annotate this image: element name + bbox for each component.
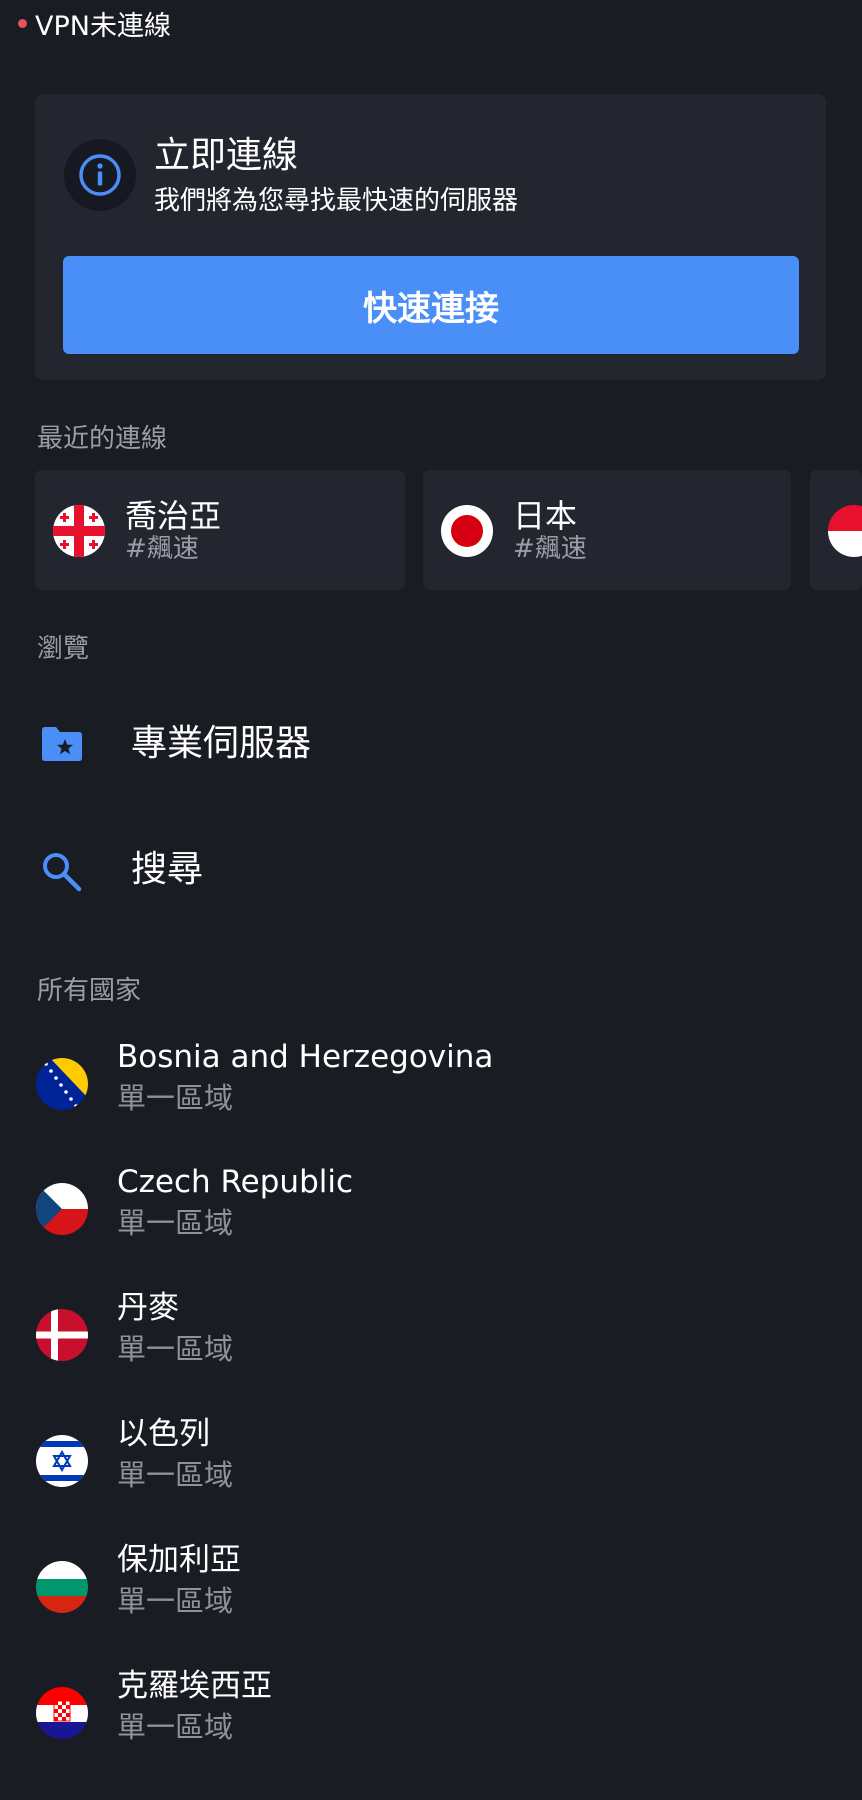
folder-star-icon [40, 724, 84, 764]
japan-flag-icon [441, 505, 493, 557]
czech-flag-icon [36, 1183, 88, 1235]
georgia-flag-icon [53, 505, 105, 557]
quick-connect-button[interactable]: 快速連接 [63, 256, 799, 354]
recent-item-name: 日本 [513, 497, 578, 535]
country-region: 單一區域 [117, 1206, 234, 1240]
connect-subtitle: 我們將為您尋找最快速的伺服器 [154, 186, 519, 216]
country-item-denmark[interactable]: 丹麥 單一區域 [0, 1278, 862, 1388]
browse-section-label: 瀏覽 [37, 634, 90, 664]
search-icon [40, 850, 84, 892]
search-item[interactable]: 搜尋 [0, 820, 862, 920]
country-item-bulgaria[interactable]: 保加利亞 單一區域 [0, 1530, 862, 1640]
country-region: 單一區域 [117, 1584, 234, 1618]
country-name: 丹麥 [117, 1290, 179, 1326]
country-region: 單一區域 [117, 1458, 234, 1492]
country-name: 克羅埃西亞 [117, 1668, 272, 1704]
country-item-israel[interactable]: 以色列 單一區域 [0, 1404, 862, 1514]
search-label: 搜尋 [131, 849, 204, 890]
status-dot-icon [18, 18, 27, 28]
country-region: 單一區域 [117, 1332, 234, 1366]
country-region: 單一區域 [117, 1081, 234, 1115]
country-name: Bosnia and Herzegovina [117, 1039, 494, 1075]
pro-servers-item[interactable]: 專業伺服器 [0, 694, 862, 794]
country-item-czech[interactable]: Czech Republic 單一區域 [0, 1152, 862, 1262]
croatia-flag-icon [36, 1687, 88, 1739]
denmark-flag-icon [36, 1309, 88, 1361]
bosnia-flag-icon [36, 1058, 88, 1110]
country-name: 以色列 [117, 1416, 210, 1452]
recent-item-name: 喬治亞 [125, 497, 222, 535]
country-item-bosnia[interactable]: Bosnia and Herzegovina 單一區域 [0, 1027, 862, 1137]
red-white-flag-icon [828, 505, 862, 557]
connect-title: 立即連線 [154, 135, 299, 176]
country-name: 保加利亞 [117, 1542, 241, 1578]
country-name: Czech Republic [117, 1164, 354, 1200]
info-icon [64, 139, 136, 211]
recent-section-label: 最近的連線 [37, 424, 168, 454]
countries-section-label: 所有國家 [37, 976, 142, 1006]
vpn-status-text: VPN未連線 [35, 10, 171, 42]
recent-item-georgia[interactable]: 喬治亞 #飆速 [35, 470, 405, 590]
israel-flag-icon [36, 1435, 88, 1487]
recent-item-partial[interactable] [810, 470, 862, 590]
country-region: 單一區域 [117, 1710, 234, 1744]
pro-servers-label: 專業伺服器 [131, 723, 312, 764]
bulgaria-flag-icon [36, 1561, 88, 1613]
recent-item-japan[interactable]: 日本 #飆速 [423, 470, 791, 590]
vpn-status: VPN未連線 [18, 6, 171, 42]
recent-item-tag: #飆速 [125, 534, 199, 564]
connect-card: 立即連線 我們將為您尋找最快速的伺服器 快速連接 [35, 94, 826, 380]
recent-item-tag: #飆速 [513, 534, 587, 564]
country-item-croatia[interactable]: 克羅埃西亞 單一區域 [0, 1656, 862, 1766]
